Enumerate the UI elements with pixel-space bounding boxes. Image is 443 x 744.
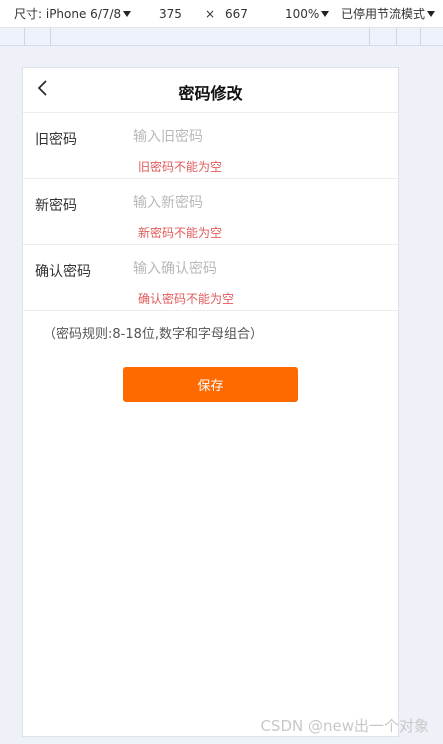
phone-viewport: 密码修改 旧密码 旧密码不能为空 新密码 新密码不能为空 确认密码 确认密码不能… [22, 67, 399, 737]
old-password-label: 旧密码 [35, 132, 77, 148]
zoom-select[interactable]: 100% [285, 7, 330, 21]
caret-down-icon [321, 11, 330, 17]
save-button[interactable]: 保存 [123, 367, 298, 402]
ruler-tick [50, 28, 51, 46]
caret-down-icon [427, 11, 436, 17]
password-rules-hint: （密码规则:8-18位,数字和字母组合） [43, 327, 264, 342]
dimension-separator: × [205, 7, 216, 21]
device-label: 尺寸: iPhone 6/7/8 [14, 7, 122, 21]
width-field[interactable]: 375 [159, 7, 182, 21]
confirm-password-label: 确认密码 [35, 264, 91, 280]
confirm-password-input[interactable] [133, 257, 383, 281]
confirm-password-error: 确认密码不能为空 [138, 292, 235, 306]
media-query-ruler [0, 28, 443, 46]
throttle-select[interactable]: 已停用节流模式 [341, 7, 436, 21]
watermark: CSDN @new出一个对象 [260, 717, 429, 735]
ruler-tick [396, 28, 397, 46]
new-password-error: 新密码不能为空 [138, 226, 223, 240]
confirm-password-row: 确认密码 确认密码不能为空 [23, 245, 398, 311]
ruler-tick [369, 28, 370, 46]
old-password-input[interactable] [133, 125, 383, 149]
new-password-row: 新密码 新密码不能为空 [23, 179, 398, 245]
device-select[interactable]: 尺寸: iPhone 6/7/8 [14, 7, 132, 21]
ruler-tick [420, 28, 421, 46]
new-password-label: 新密码 [35, 198, 77, 214]
new-password-input[interactable] [133, 191, 383, 215]
ruler-tick [24, 28, 25, 46]
devtools-toolbar: 尺寸: iPhone 6/7/8 375 × 667 100% 已停用节流模式 [0, 0, 443, 28]
zoom-label: 100% [285, 7, 320, 21]
caret-down-icon [123, 11, 132, 17]
height-field[interactable]: 667 [225, 7, 248, 21]
page-title: 密码修改 [178, 84, 243, 103]
page-header: 密码修改 [23, 68, 398, 113]
old-password-row: 旧密码 旧密码不能为空 [23, 113, 398, 179]
throttle-label: 已停用节流模式 [341, 7, 426, 21]
old-password-error: 旧密码不能为空 [138, 160, 223, 174]
